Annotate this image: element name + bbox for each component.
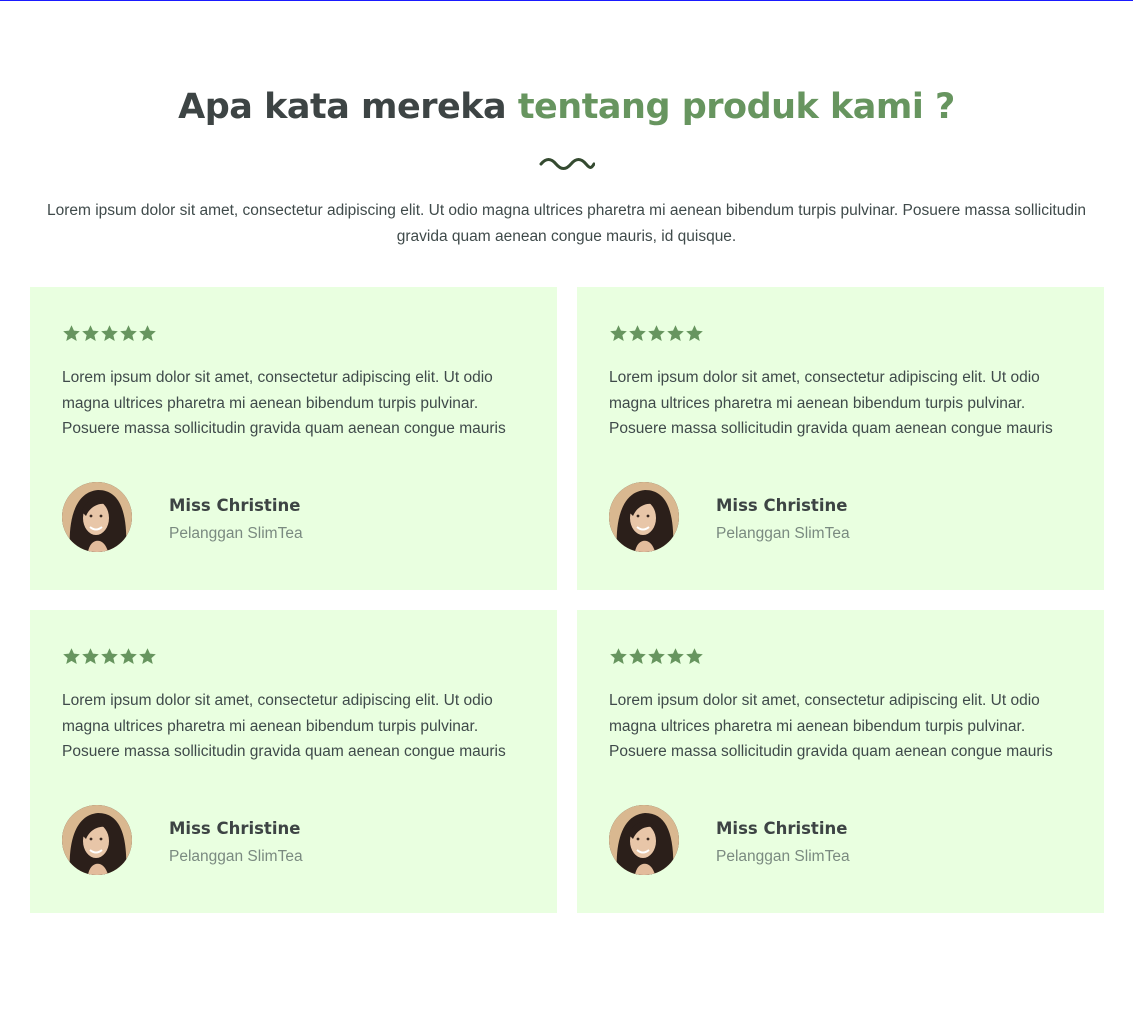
star-icon (610, 648, 627, 665)
title-text: Apa kata mereka (178, 87, 518, 127)
star-icon (120, 648, 137, 665)
star-icon (610, 325, 627, 342)
star-icon (63, 325, 80, 342)
testimonial-quote: Lorem ipsum dolor sit amet, consectetur … (609, 692, 1053, 760)
avatar (609, 805, 679, 875)
star-rating (609, 324, 704, 344)
testimonial-quote: Lorem ipsum dolor sit amet, consectetur … (609, 369, 1053, 437)
customer-role: Pelanggan SlimTea (716, 848, 850, 865)
testimonial-quote: Lorem ipsum dolor sit amet, consectetur … (62, 692, 506, 760)
star-icon (101, 648, 118, 665)
star-icon (667, 648, 684, 665)
customer-name: Miss Christine (716, 819, 848, 838)
star-rating (62, 647, 157, 667)
star-icon (667, 325, 684, 342)
star-rating (609, 647, 704, 667)
top-border-line (0, 0, 1133, 1)
star-icon (629, 325, 646, 342)
section-intro: Lorem ipsum dolor sit amet, consectetur … (46, 202, 1087, 245)
customer-role: Pelanggan SlimTea (716, 525, 850, 542)
star-icon (139, 325, 156, 342)
testimonial-card: Lorem ipsum dolor sit amet, consectetur … (30, 610, 557, 913)
customer-role: Pelanggan SlimTea (169, 525, 303, 542)
star-icon (629, 648, 646, 665)
avatar (609, 482, 679, 552)
star-icon (82, 648, 99, 665)
testimonial-quote: Lorem ipsum dolor sit amet, consectetur … (62, 369, 506, 437)
avatar-photo (609, 805, 679, 875)
star-icon (63, 648, 80, 665)
star-rating (62, 324, 157, 344)
star-icon (82, 325, 99, 342)
customer-role: Pelanggan SlimTea (169, 848, 303, 865)
star-icon (686, 648, 703, 665)
avatar-photo (62, 805, 132, 875)
testimonial-card: Lorem ipsum dolor sit amet, consectetur … (577, 610, 1104, 913)
customer-name: Miss Christine (169, 819, 301, 838)
customer-name: Miss Christine (716, 496, 848, 515)
section-title: Apa kata mereka tentang produk kami ? (0, 84, 1133, 130)
testimonial-card: Lorem ipsum dolor sit amet, consectetur … (577, 287, 1104, 590)
star-icon (648, 648, 665, 665)
avatar-photo (62, 482, 132, 552)
star-icon (139, 648, 156, 665)
avatar-photo (609, 482, 679, 552)
star-icon (686, 325, 703, 342)
star-icon (648, 325, 665, 342)
testimonial-card: Lorem ipsum dolor sit amet, consectetur … (30, 287, 557, 590)
wave-divider-icon (539, 158, 595, 170)
star-icon (101, 325, 118, 342)
star-icon (120, 325, 137, 342)
avatar (62, 482, 132, 552)
customer-name: Miss Christine (169, 496, 301, 515)
avatar (62, 805, 132, 875)
title-accent-text: tentang produk kami ? (517, 87, 956, 127)
